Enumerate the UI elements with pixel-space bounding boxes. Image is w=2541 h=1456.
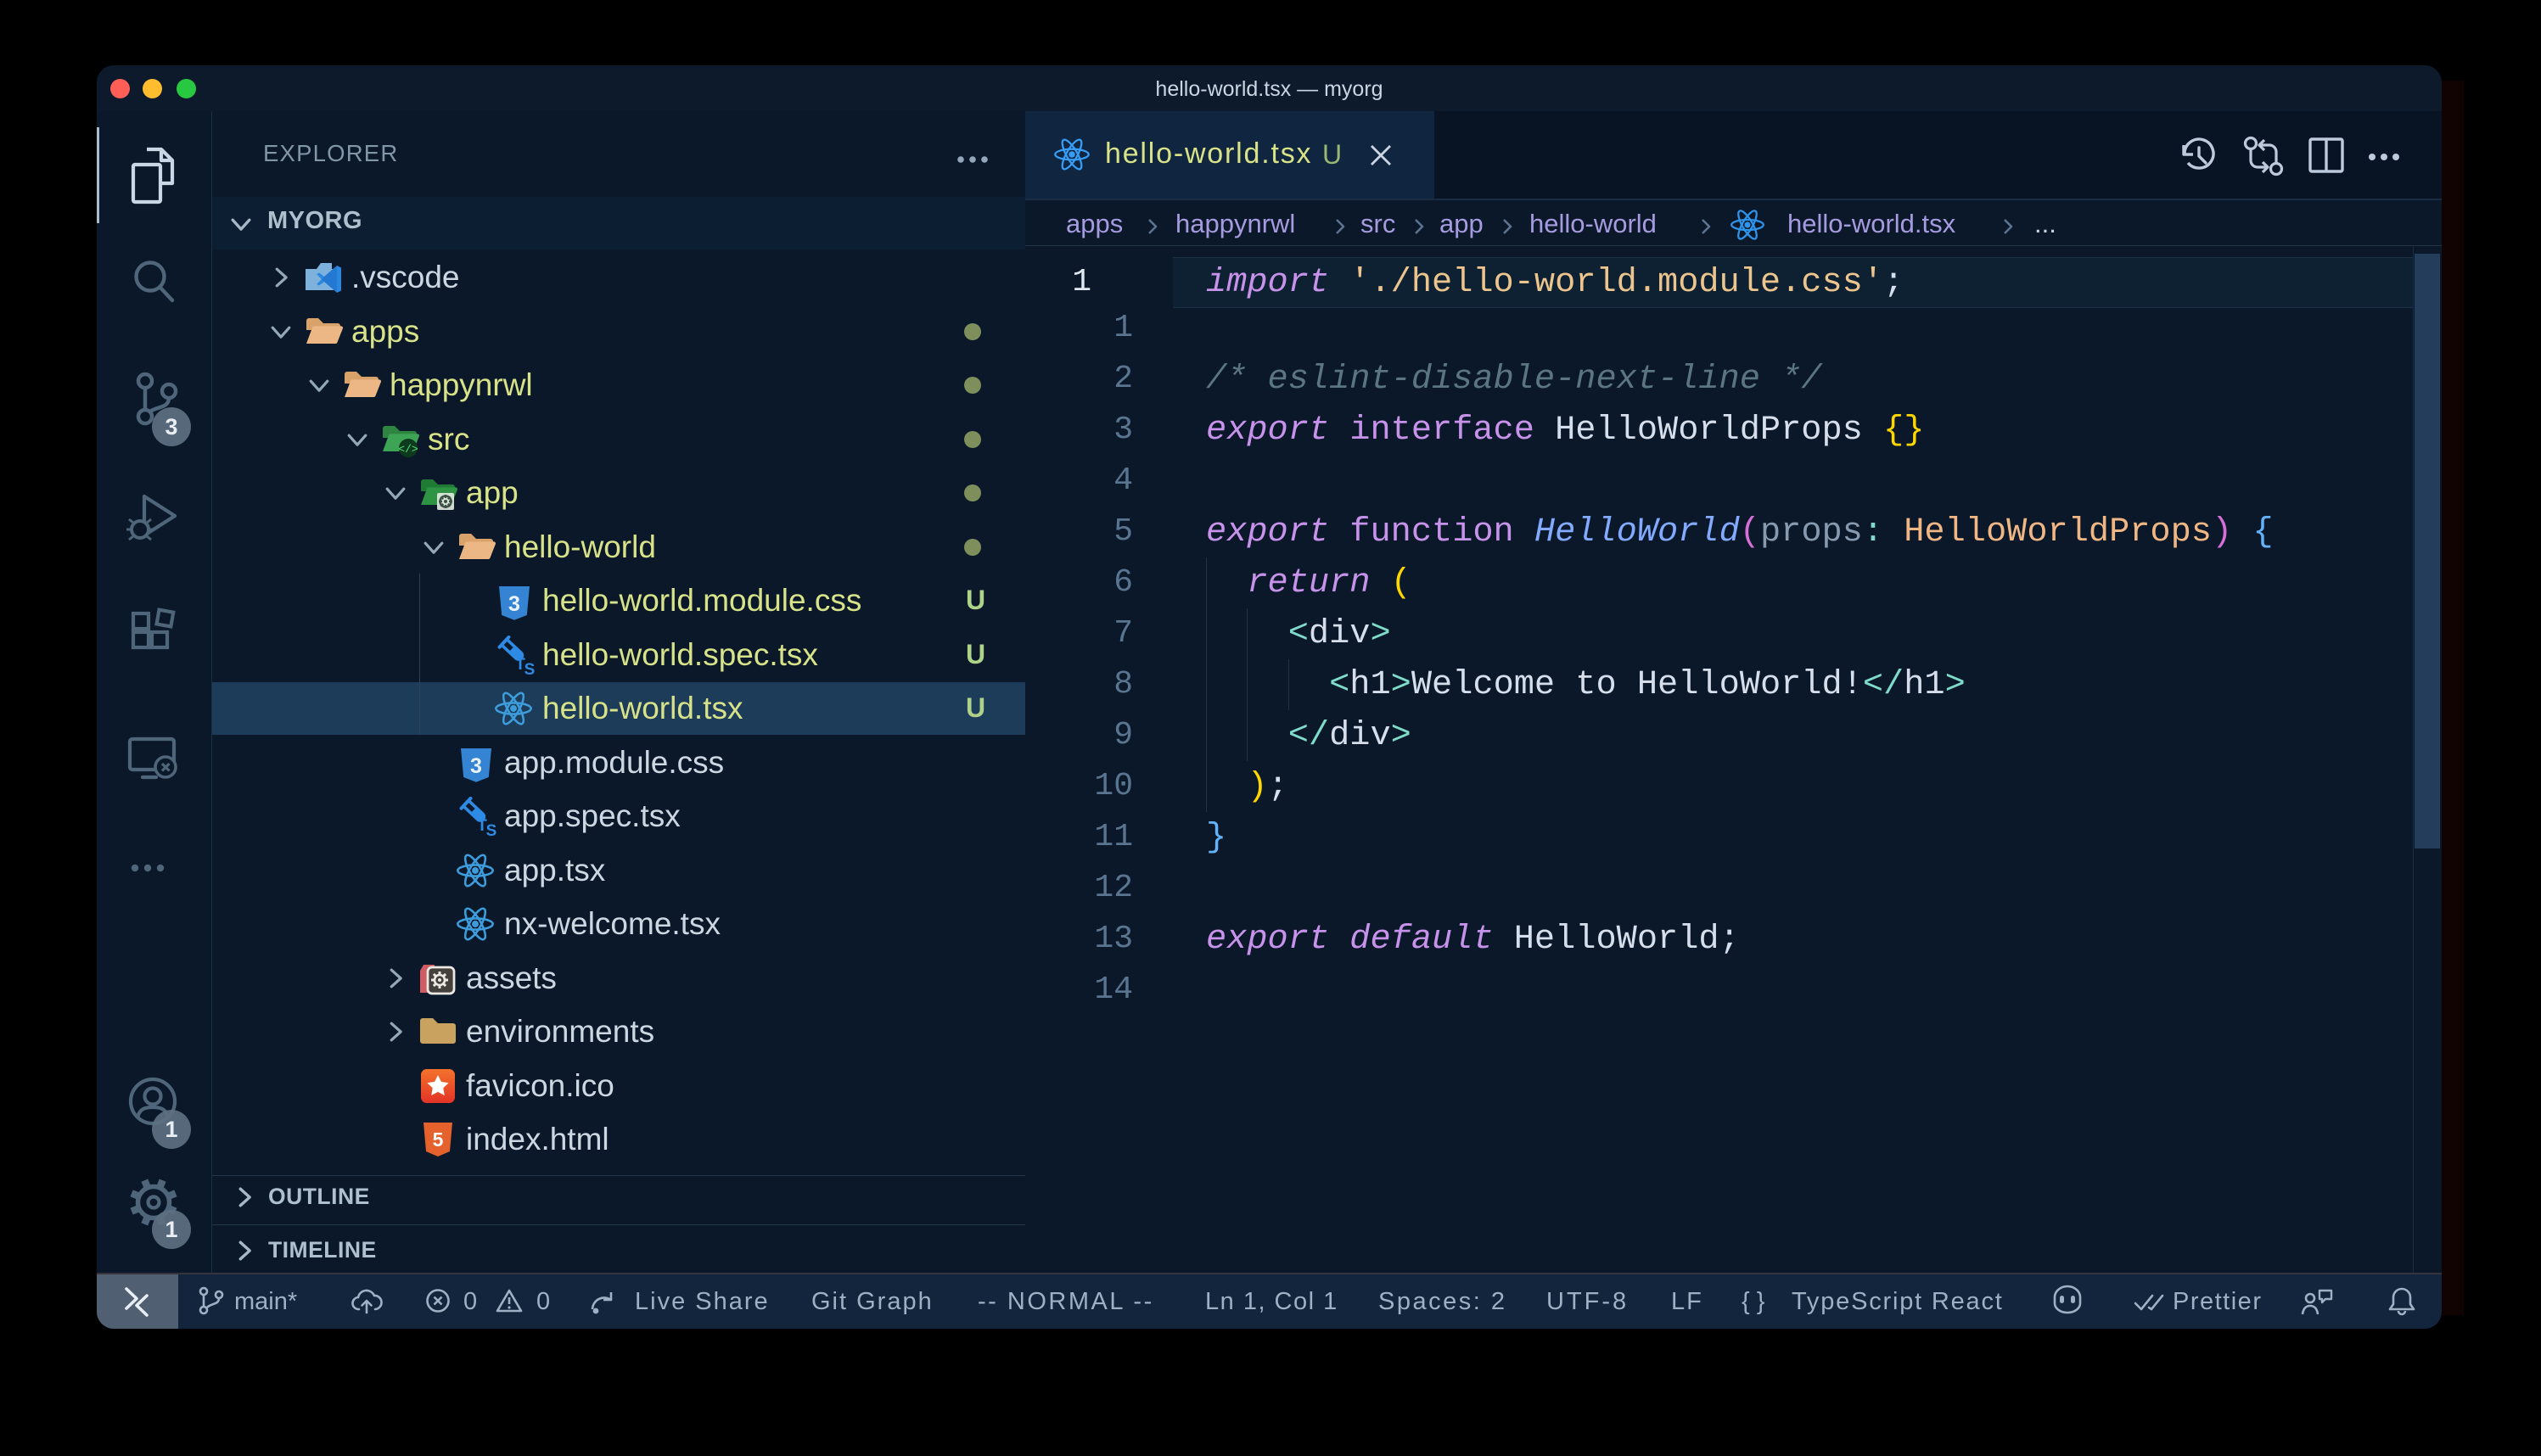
svg-text:5: 5 [433, 1128, 444, 1151]
svg-text:3: 3 [508, 592, 520, 616]
svg-text:S: S [486, 822, 497, 839]
svg-text:</>: </> [398, 443, 418, 456]
svg-text:S: S [524, 661, 536, 678]
svg-text:3: 3 [470, 754, 482, 778]
